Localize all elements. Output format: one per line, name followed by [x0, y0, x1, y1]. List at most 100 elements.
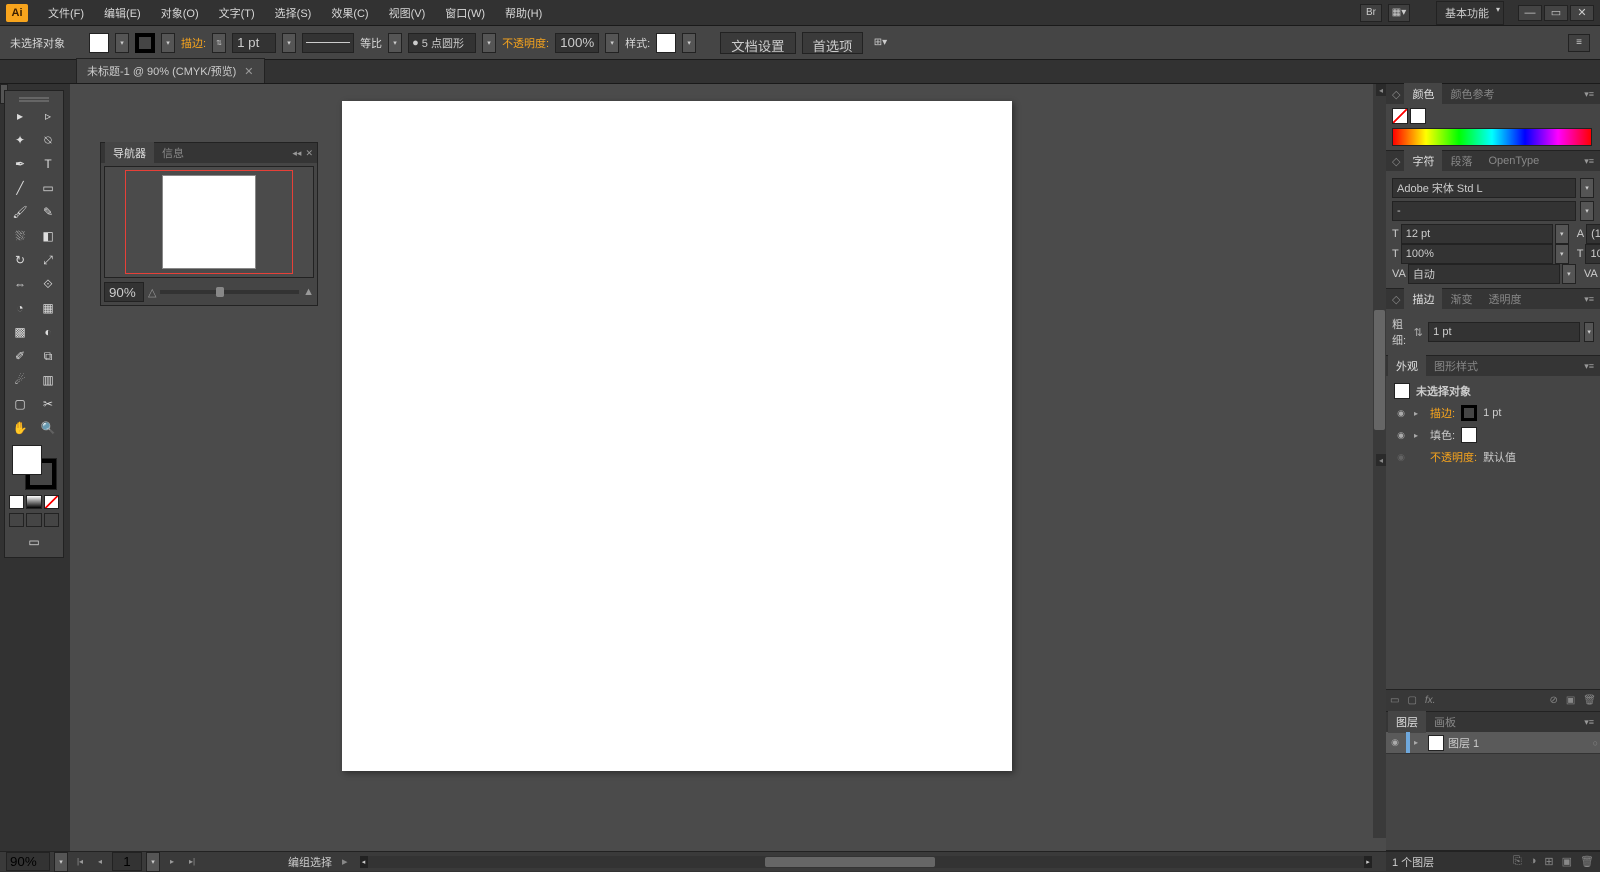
artboard[interactable]	[342, 101, 1012, 771]
white-swatch[interactable]	[1410, 108, 1426, 124]
appear-fill-label[interactable]: 填色:	[1430, 427, 1455, 443]
blob-brush-tool[interactable]: ⛆	[7, 225, 33, 247]
next-artboard-icon[interactable]: ▸	[164, 855, 180, 869]
stroke-tab[interactable]: 描边	[1404, 288, 1442, 310]
layers-tab[interactable]: 图层	[1388, 711, 1426, 733]
toolbox-grip[interactable]	[7, 93, 61, 103]
navigator-header[interactable]: 导航器 信息 ◂◂✕	[101, 143, 317, 163]
prev-artboard-icon[interactable]: ◂	[92, 855, 108, 869]
panel-collapse-mid[interactable]: ◂	[1376, 454, 1386, 466]
opacity-input[interactable]	[555, 33, 599, 53]
eyedropper-tool[interactable]: ✐	[7, 345, 33, 367]
brush-swatch[interactable]: ● 5 点圆形	[408, 33, 476, 53]
layer-row[interactable]: ◉ ▸ 图层 1 ○	[1386, 732, 1600, 754]
vscale-dd[interactable]: ▾	[1555, 244, 1569, 264]
draw-normal[interactable]	[9, 513, 24, 527]
slice-tool[interactable]: ✂	[35, 393, 61, 415]
pen-tool[interactable]: ✒	[7, 153, 33, 175]
status-zoom-dd[interactable]: ▾	[54, 852, 68, 872]
weight-input[interactable]	[1428, 322, 1580, 342]
stroke-menu-icon[interactable]: ▾≡	[1570, 294, 1600, 305]
navigator-zoom-input[interactable]	[104, 282, 144, 302]
sublayer-icon[interactable]: ⊞	[1544, 855, 1553, 868]
appear-opacity-label[interactable]: 不透明度:	[1430, 449, 1477, 465]
direct-select-tool[interactable]: ▹	[35, 105, 61, 127]
artboard-dd[interactable]: ▾	[146, 852, 160, 872]
menu-file[interactable]: 文件(F)	[38, 2, 94, 24]
colorguide-tab[interactable]: 颜色参考	[1442, 83, 1502, 105]
status-dd-icon[interactable]: ▸	[342, 855, 348, 868]
layer-eye-icon[interactable]: ◉	[1388, 737, 1402, 748]
profile-dd[interactable]: ▾	[388, 33, 402, 53]
arrange-button[interactable]: ▦▾	[1388, 4, 1410, 22]
fontsize-dd[interactable]: ▾	[1555, 224, 1569, 244]
newlayer-icon[interactable]: ▣	[1562, 855, 1572, 868]
perspective-tool[interactable]: ▦	[35, 297, 61, 319]
selection-tool[interactable]: ▸	[7, 105, 33, 127]
align-button[interactable]: ⊞▾	[869, 34, 891, 52]
screen-mode[interactable]: ▭	[21, 531, 47, 553]
character-tab[interactable]: 字符	[1404, 150, 1442, 172]
navigator-tab[interactable]: 导航器	[105, 142, 154, 164]
clear-icon[interactable]: ⊘	[1549, 695, 1557, 706]
gradient-mode[interactable]	[26, 495, 41, 509]
close-button[interactable]: ✕	[1570, 5, 1594, 21]
kerning-input[interactable]	[1408, 264, 1560, 284]
gradient-tab[interactable]: 渐变	[1442, 288, 1480, 310]
eraser-tool[interactable]: ◧	[35, 225, 61, 247]
maximize-button[interactable]: ▭	[1544, 5, 1568, 21]
stroke-weight-input[interactable]	[232, 33, 276, 53]
new-stroke-icon[interactable]: ▭	[1390, 695, 1399, 706]
stroke-sync[interactable]: ⇅	[212, 33, 226, 53]
artboard-number-input[interactable]	[112, 852, 142, 871]
appearance-tab[interactable]: 外观	[1388, 355, 1426, 377]
fill-swatch[interactable]	[89, 33, 109, 53]
document-tab[interactable]: 未标题-1 @ 90% (CMYK/预览) ✕	[76, 58, 265, 83]
type-tool[interactable]: T	[35, 153, 61, 175]
style-dd2[interactable]: ▾	[1580, 201, 1594, 221]
kerning-dd[interactable]: ▾	[1562, 264, 1576, 284]
hand-tool[interactable]: ✋	[7, 417, 33, 439]
font-style-input[interactable]	[1392, 201, 1576, 221]
brush-dd[interactable]: ▾	[482, 33, 496, 53]
gradient-tool[interactable]: ◐	[35, 321, 61, 343]
color-menu-icon[interactable]: ▾≡	[1570, 89, 1600, 100]
new-fill-icon[interactable]: ▢	[1407, 695, 1416, 706]
expand-icon[interactable]: ▸	[1414, 431, 1424, 440]
transparency-tab[interactable]: 透明度	[1480, 288, 1529, 310]
zoom-in-icon[interactable]: ▲	[303, 286, 314, 298]
shape-builder-tool[interactable]: ◔	[7, 297, 33, 319]
style-swatch[interactable]	[656, 33, 676, 53]
fill-stroke-swatches[interactable]	[12, 445, 56, 489]
menu-edit[interactable]: 编辑(E)	[94, 2, 151, 24]
collapse-icon[interactable]: ◂◂	[292, 148, 301, 159]
minimize-button[interactable]: —	[1518, 5, 1542, 21]
artboard-tool[interactable]: ▢	[7, 393, 33, 415]
menu-text[interactable]: 文字(T)	[209, 2, 265, 24]
width-tool[interactable]: ⇔	[7, 273, 33, 295]
opentype-tab[interactable]: OpenType	[1480, 152, 1547, 170]
menu-select[interactable]: 选择(S)	[265, 2, 322, 24]
opacity-label[interactable]: 不透明度:	[502, 35, 549, 51]
appear-stroke-label[interactable]: 描边:	[1430, 405, 1455, 421]
font-family-input[interactable]	[1392, 178, 1576, 198]
color-spectrum[interactable]	[1392, 128, 1592, 146]
rectangle-tool[interactable]: ▭	[35, 177, 61, 199]
paragraph-tab[interactable]: 段落	[1442, 150, 1480, 172]
first-artboard-icon[interactable]: |◂	[72, 855, 88, 869]
menu-view[interactable]: 视图(V)	[379, 2, 436, 24]
pencil-tool[interactable]: ✎	[35, 201, 61, 223]
expand-icon[interactable]: ▸	[1414, 409, 1424, 418]
trash-icon[interactable]: 🗑	[1580, 855, 1594, 868]
delete-icon[interactable]: 🗑	[1583, 695, 1596, 706]
graphicstyle-tab[interactable]: 图形样式	[1426, 355, 1486, 377]
zoom-tool[interactable]: 🔍	[35, 417, 61, 439]
info-tab[interactable]: 信息	[154, 142, 192, 164]
free-transform-tool[interactable]: ⟐	[35, 273, 61, 295]
vscale-input[interactable]	[1401, 244, 1553, 264]
font-size-input[interactable]	[1401, 224, 1553, 244]
stroke-profile[interactable]	[302, 33, 354, 53]
opacity-dd[interactable]: ▾	[605, 33, 619, 53]
doc-setup-button[interactable]: 文档设置	[720, 32, 795, 54]
stroke-label[interactable]: 描边:	[181, 35, 206, 51]
